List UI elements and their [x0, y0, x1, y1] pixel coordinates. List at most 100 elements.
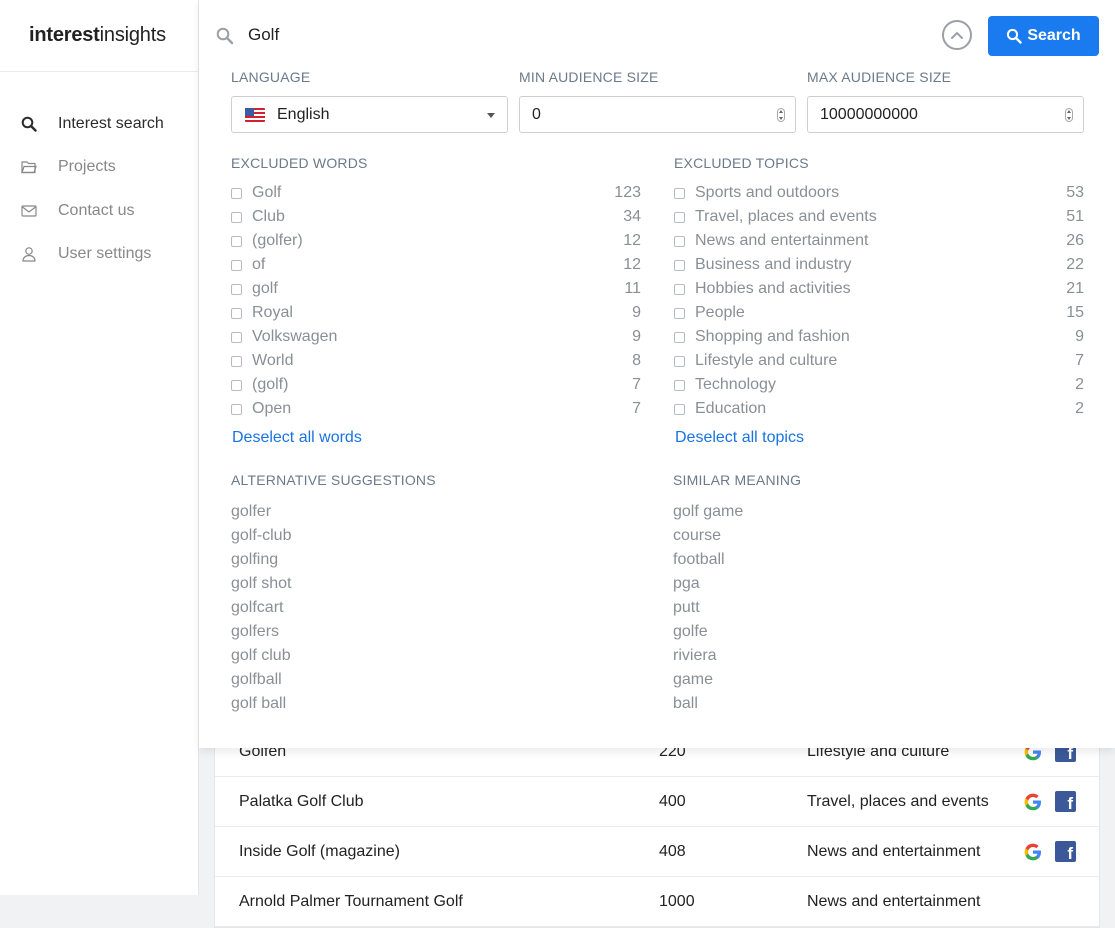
checkbox[interactable] [674, 235, 685, 247]
suggestion-item[interactable]: golfcart [231, 596, 291, 620]
suggestion-item[interactable]: golf game [673, 500, 743, 524]
checkbox[interactable] [231, 379, 242, 391]
min-audience-value: 0 [532, 105, 541, 123]
suggestion-item[interactable]: ball [673, 692, 743, 716]
facebook-icon[interactable]: f [1055, 841, 1076, 862]
suggestion-item[interactable]: golfers [231, 620, 291, 644]
language-select[interactable]: English [231, 96, 508, 133]
count-badge: 15 [1066, 304, 1084, 321]
excluded-topics-label: EXCLUDED TOPICS [674, 155, 809, 171]
checkbox-label: Club [252, 208, 285, 225]
excluded-words-label: EXCLUDED WORDS [231, 155, 368, 171]
checkbox[interactable] [231, 307, 242, 319]
google-icon[interactable] [1023, 792, 1043, 812]
min-audience-input[interactable]: 0 [519, 96, 796, 133]
checkbox-item[interactable]: World 8 [231, 349, 641, 373]
table-row[interactable]: Palatka Golf Club 400 Travel, places and… [215, 777, 1099, 827]
suggestion-item[interactable]: game [673, 668, 743, 692]
suggestion-item[interactable]: golf-club [231, 524, 291, 548]
user-icon [20, 245, 38, 263]
language-value: English [277, 105, 330, 123]
stepper-icon[interactable] [1065, 108, 1073, 122]
checkbox-item[interactable]: Open 7 [231, 397, 641, 421]
checkbox-item[interactable]: Volkswagen 9 [231, 325, 641, 349]
checkbox-item[interactable]: Shopping and fashion 9 [674, 325, 1084, 349]
suggestion-item[interactable]: golf shot [231, 572, 291, 596]
suggestion-item[interactable]: putt [673, 596, 743, 620]
checkbox[interactable] [231, 283, 242, 295]
checkbox-item[interactable]: Sports and outdoors 53 [674, 181, 1084, 205]
checkbox-item[interactable]: Royal 9 [231, 301, 641, 325]
folder-icon [20, 158, 38, 176]
sidebar-item-interest-search[interactable]: Interest search [0, 102, 198, 146]
checkbox[interactable] [231, 355, 242, 367]
checkbox[interactable] [231, 187, 242, 199]
checkbox-item[interactable]: Lifestyle and culture 7 [674, 349, 1084, 373]
checkbox-label: Education [695, 400, 767, 417]
excluded-topics-list: Sports and outdoors 53 Travel, places and … [674, 181, 1084, 421]
checkbox[interactable] [231, 235, 242, 247]
sidebar-item-projects[interactable]: Projects [0, 146, 198, 190]
suggestion-item[interactable]: golfer [231, 500, 291, 524]
checkbox-label: Open [252, 400, 292, 417]
checkbox-item[interactable]: Business and industry 22 [674, 253, 1084, 277]
suggestion-item[interactable]: golfe [673, 620, 743, 644]
suggestion-item[interactable]: course [673, 524, 743, 548]
suggestion-item[interactable]: golf ball [231, 692, 291, 716]
checkbox[interactable] [231, 403, 242, 415]
sidebar: interest insights Interest search Project… [0, 0, 199, 895]
excluded-words-list: Golf 123 Club 34 (golfer) 12 of 12 golf 11 Royal 9 V… [231, 181, 641, 421]
table-row[interactable]: Inside Golf (magazine) 408 News and ente… [215, 827, 1099, 877]
count-badge: 53 [1066, 184, 1084, 201]
suggestion-item[interactable]: football [673, 548, 743, 572]
suggestion-item[interactable]: golfball [231, 668, 291, 692]
checkbox-item[interactable]: Club 34 [231, 205, 641, 229]
suggestion-item[interactable]: golfing [231, 548, 291, 572]
checkbox-item[interactable]: Technology 2 [674, 373, 1084, 397]
suggestion-item[interactable]: golf club [231, 644, 291, 668]
count-badge: 2 [1075, 376, 1084, 393]
sidebar-item-contact[interactable]: Contact us [0, 189, 198, 233]
deselect-all-topics-link[interactable]: Deselect all topics [675, 429, 804, 447]
checkbox-item[interactable]: Travel, places and events 51 [674, 205, 1084, 229]
search-input[interactable]: Golf [248, 25, 279, 45]
search-button[interactable]: Search [988, 16, 1099, 56]
checkbox[interactable] [674, 403, 685, 415]
checkbox[interactable] [674, 379, 685, 391]
checkbox-item[interactable]: News and entertainment 26 [674, 229, 1084, 253]
min-audience-label: MIN AUDIENCE SIZE [519, 69, 659, 85]
checkbox-item[interactable]: of 12 [231, 253, 641, 277]
deselect-all-words-link[interactable]: Deselect all words [232, 429, 362, 447]
suggestion-item[interactable]: pga [673, 572, 743, 596]
max-audience-input[interactable]: 10000000000 [807, 96, 1084, 133]
alternative-suggestions-list: golfer golf-club golfing golf shot golfcart g… [231, 500, 291, 716]
checkbox[interactable] [674, 211, 685, 223]
checkbox[interactable] [674, 259, 685, 271]
facebook-icon[interactable]: f [1055, 791, 1076, 812]
checkbox[interactable] [231, 259, 242, 271]
checkbox[interactable] [674, 187, 685, 199]
app-logo[interactable]: interest insights [0, 0, 198, 72]
checkbox-item[interactable]: (golf) 7 [231, 373, 641, 397]
result-size: 400 [659, 792, 686, 810]
suggestion-item[interactable]: riviera [673, 644, 743, 668]
checkbox-item[interactable]: Education 2 [674, 397, 1084, 421]
google-icon[interactable] [1023, 842, 1043, 862]
checkbox[interactable] [231, 331, 242, 343]
checkbox-item[interactable]: (golfer) 12 [231, 229, 641, 253]
table-row[interactable]: Arnold Palmer Tournament Golf 1000 News … [215, 877, 1099, 927]
result-size: 408 [659, 842, 686, 860]
chevron-up-icon[interactable] [942, 20, 972, 50]
checkbox-item[interactable]: Hobbies and activities 21 [674, 277, 1084, 301]
checkbox-item[interactable]: People 15 [674, 301, 1084, 325]
checkbox[interactable] [231, 211, 242, 223]
checkbox-item[interactable]: Golf 123 [231, 181, 641, 205]
sidebar-item-user-settings[interactable]: User settings [0, 233, 198, 277]
checkbox[interactable] [674, 355, 685, 367]
checkbox-item[interactable]: golf 11 [231, 277, 641, 301]
similar-meaning-label: SIMILAR MEANING [673, 472, 802, 488]
checkbox[interactable] [674, 331, 685, 343]
stepper-icon[interactable] [777, 108, 785, 122]
checkbox[interactable] [674, 283, 685, 295]
checkbox[interactable] [674, 307, 685, 319]
